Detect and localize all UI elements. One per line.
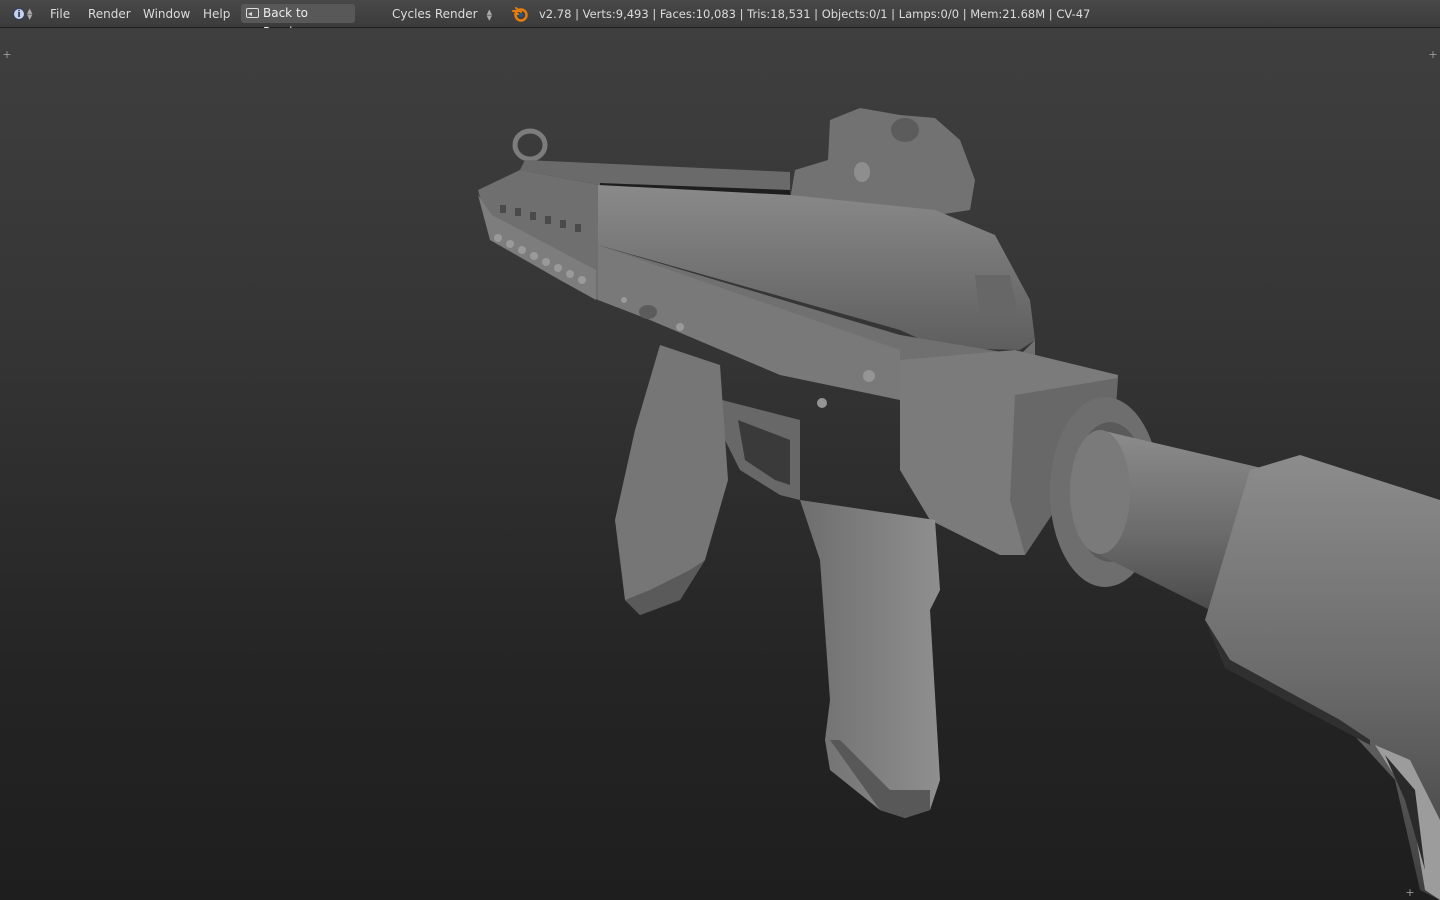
info-header: i ▲▼ File Render Window Help Back to Pre… bbox=[0, 0, 1440, 39]
render-engine-select[interactable]: Cycles Render ▲ ▼ bbox=[385, 0, 495, 28]
editor-type-selector[interactable]: i ▲ ▼ bbox=[8, 0, 38, 28]
menu-file[interactable]: File bbox=[42, 0, 78, 28]
render-engine-value: Cycles Render bbox=[392, 7, 478, 21]
updown-arrows-icon: ▲ ▼ bbox=[27, 7, 33, 21]
info-icon: i bbox=[13, 8, 25, 20]
menu-window[interactable]: Window bbox=[135, 0, 198, 28]
menu-help[interactable]: Help bbox=[195, 0, 238, 28]
menu-render[interactable]: Render bbox=[80, 0, 139, 28]
blender-logo-icon bbox=[512, 7, 528, 22]
back-to-previous-button[interactable]: Back to Previous bbox=[241, 4, 355, 39]
back-icon bbox=[246, 8, 259, 18]
updown-arrows-icon: ▲ ▼ bbox=[486, 8, 492, 22]
3d-viewport[interactable]: + + + bbox=[0, 28, 1440, 900]
rifle-model bbox=[478, 108, 1440, 900]
scene-statistics: v2.78 | Verts:9,493 | Faces:10,083 | Tri… bbox=[539, 7, 1091, 21]
